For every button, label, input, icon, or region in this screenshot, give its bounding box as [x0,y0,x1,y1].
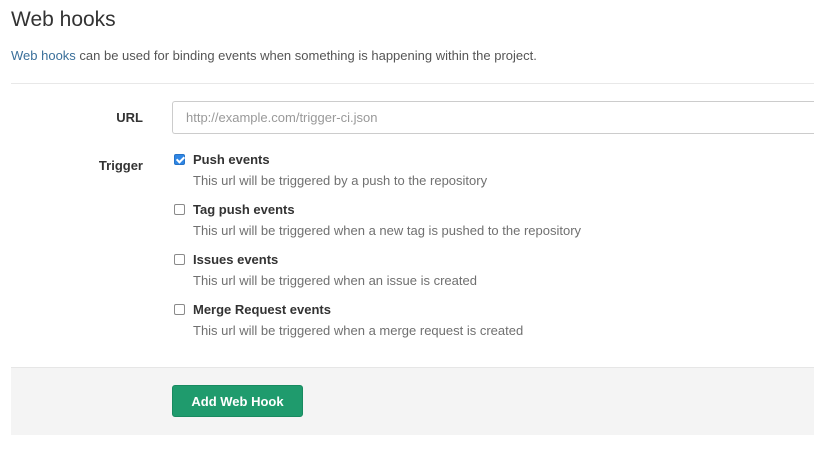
description-text: can be used for binding events when some… [75,48,537,63]
tag-push-events-checkbox[interactable] [174,204,185,215]
divider [11,83,814,84]
trigger-help-text: This url will be triggered when an issue… [193,273,477,288]
trigger-help-text: This url will be triggered when a new ta… [193,223,582,238]
page-description: Web hooks can be used for binding events… [11,47,537,65]
merge-request-events-checkbox[interactable] [174,304,185,315]
trigger-help-text: This url will be triggered when a merge … [193,323,524,338]
trigger-title[interactable]: Merge Request events [193,301,331,318]
trigger-title[interactable]: Tag push events [193,201,295,218]
url-input[interactable] [172,101,814,134]
trigger-title[interactable]: Issues events [193,251,278,268]
page-title: Web hooks [11,8,116,31]
trigger-title[interactable]: Push events [193,151,270,168]
add-web-hook-button[interactable]: Add Web Hook [172,385,303,417]
web-hooks-help-link[interactable]: Web hooks [11,48,76,63]
issues-events-checkbox[interactable] [174,254,185,265]
form-actions: Add Web Hook [11,367,814,435]
trigger-help-text: This url will be triggered by a push to … [193,173,488,188]
push-events-checkbox[interactable] [174,154,185,165]
trigger-label: Trigger [98,158,143,173]
web-hooks-page: Web hooks Web hooks can be used for bind… [0,0,814,469]
url-label: URL [116,110,143,125]
